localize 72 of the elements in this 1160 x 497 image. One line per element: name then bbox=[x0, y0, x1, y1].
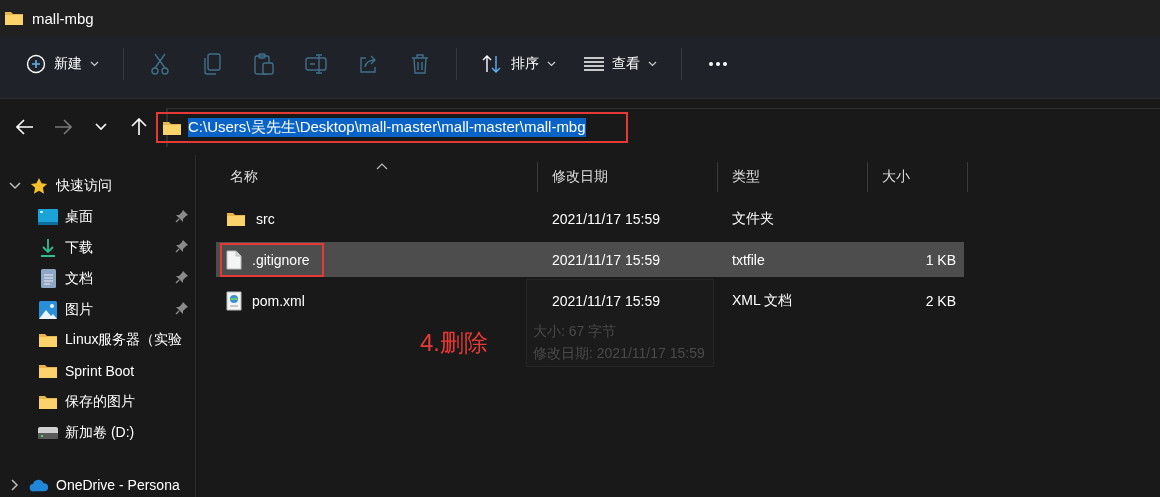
forward-arrow-icon bbox=[54, 119, 72, 135]
type-cell-text: XML 文档 bbox=[731, 291, 794, 310]
column-header[interactable]: 大小 bbox=[882, 168, 910, 186]
column-header[interactable]: 修改日期 bbox=[552, 168, 608, 186]
folder-icon bbox=[4, 10, 24, 26]
sort-icon bbox=[481, 54, 503, 74]
chevron-down-icon bbox=[9, 182, 21, 191]
folder-icon bbox=[38, 393, 58, 410]
rename-icon bbox=[305, 54, 327, 74]
date-cell-text: 2021/11/17 15:59 bbox=[551, 251, 661, 268]
file-name: pom.xml bbox=[252, 292, 305, 309]
sidebar-item[interactable]: OneDrive - Persona bbox=[0, 469, 195, 497]
column-header[interactable]: 类型 bbox=[732, 168, 760, 186]
date-cell-text: 2021/11/17 15:59 bbox=[551, 210, 661, 227]
sort-button[interactable]: 排序 bbox=[469, 46, 568, 82]
window-title: mall-mbg bbox=[32, 9, 94, 27]
caret-icon bbox=[547, 61, 556, 67]
address-field[interactable]: C:\Users\吴先生\Desktop\mall-master\mall-master\mall-mbg bbox=[188, 118, 586, 137]
file-row[interactable]: .gitignore 2021/11/17 15:59 txtfile 1 KB bbox=[216, 242, 964, 277]
clipboard-icon bbox=[254, 53, 274, 75]
drive-icon bbox=[38, 426, 58, 439]
file-row[interactable]: pom.xml 2021/11/17 15:59 XML 文档 2 KB bbox=[216, 283, 964, 318]
sidebar-item[interactable]: Sprint Boot bbox=[0, 355, 195, 387]
back-arrow-icon bbox=[16, 119, 34, 135]
pin-icon bbox=[175, 270, 189, 285]
new-button[interactable]: 新建 bbox=[14, 46, 111, 82]
type-cell-text: txtfile bbox=[731, 251, 766, 268]
sidebar-item[interactable]: 新加卷 (D:) bbox=[0, 417, 195, 449]
folder-icon bbox=[38, 332, 58, 349]
file-icon bbox=[226, 249, 242, 270]
folder-icon bbox=[38, 363, 58, 380]
share-icon bbox=[358, 54, 378, 74]
more-icon bbox=[708, 61, 728, 67]
type-cell-text: 文件夹 bbox=[731, 209, 775, 228]
annotation-note: 4.删除 bbox=[420, 328, 488, 358]
date-cell-text: 2021/11/17 15:59 bbox=[551, 292, 661, 309]
file-name: src bbox=[256, 210, 275, 227]
cloud-icon bbox=[29, 477, 49, 492]
folder-icon bbox=[162, 119, 182, 136]
file-row[interactable]: src 2021/11/17 15:59 文件夹 bbox=[216, 201, 964, 236]
document-icon bbox=[40, 269, 56, 289]
sidebar-item[interactable]: Linux服务器（实验 bbox=[0, 324, 195, 356]
list-view-icon bbox=[584, 57, 604, 71]
star-icon bbox=[30, 177, 48, 196]
trash-icon bbox=[411, 54, 429, 74]
up-arrow-icon bbox=[131, 118, 147, 136]
pin-icon bbox=[175, 239, 189, 254]
sidebar-item[interactable]: 文档 bbox=[0, 263, 195, 295]
pin-icon bbox=[175, 301, 189, 315]
size-cell-text: 2 KB bbox=[924, 292, 957, 309]
sidebar-item[interactable]: 桌面 bbox=[0, 201, 195, 233]
sidebar-item[interactable]: 快速访问 bbox=[0, 171, 195, 202]
sidebar-item[interactable]: 保存的图片 bbox=[0, 386, 195, 418]
view-button[interactable]: 查看 bbox=[572, 47, 669, 81]
sidebar-item[interactable]: 下载 bbox=[0, 232, 195, 264]
download-icon bbox=[40, 238, 56, 257]
file-name: .gitignore bbox=[252, 251, 310, 268]
desktop-icon bbox=[38, 209, 58, 226]
column-header[interactable]: 名称 bbox=[230, 168, 258, 186]
size-cell-text: 1 KB bbox=[924, 251, 957, 268]
caret-icon bbox=[648, 61, 657, 67]
chevron-right-icon bbox=[11, 478, 19, 491]
pin-icon bbox=[175, 208, 189, 223]
add-icon bbox=[26, 54, 46, 74]
copy-icon bbox=[203, 53, 221, 75]
caret-icon bbox=[90, 61, 99, 67]
xml-file-icon bbox=[226, 290, 242, 311]
chevron-down-icon bbox=[95, 123, 107, 131]
sidebar-item[interactable]: 图片 bbox=[0, 294, 195, 325]
folder-icon bbox=[226, 210, 246, 227]
picture-icon bbox=[39, 300, 57, 319]
scissors-icon bbox=[150, 53, 170, 75]
